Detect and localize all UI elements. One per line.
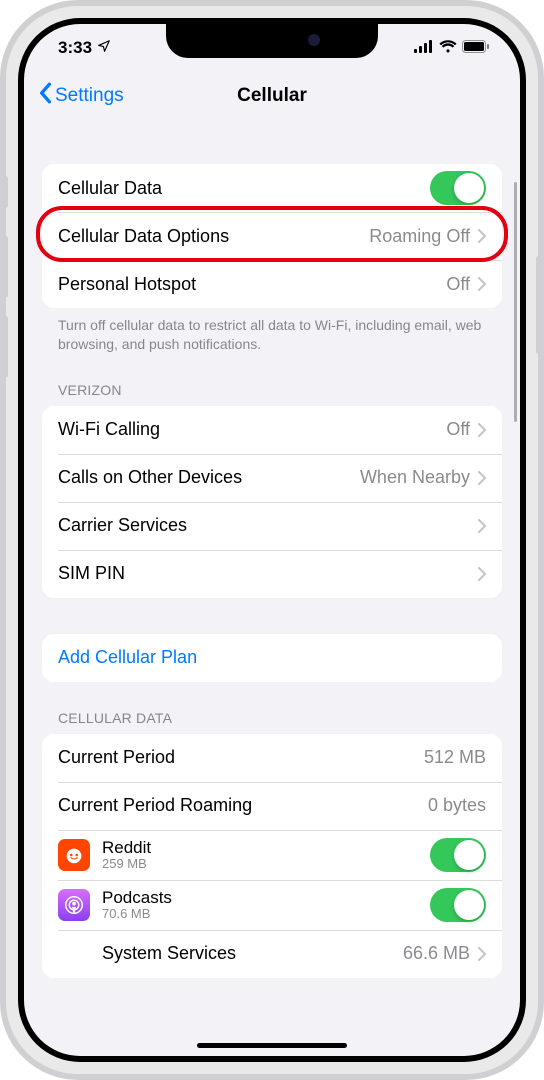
wifi-icon	[439, 38, 457, 58]
chevron-right-icon	[478, 229, 486, 243]
system-services-label: System Services	[102, 943, 403, 964]
row-add-cellular-plan[interactable]: Add Cellular Plan	[42, 634, 502, 682]
status-time: 3:33	[58, 38, 92, 58]
home-indicator[interactable]	[197, 1043, 347, 1048]
group-cellular-data-usage: Current Period 512 MB Current Period Roa…	[42, 734, 502, 978]
row-personal-hotspot[interactable]: Personal Hotspot Off	[42, 260, 502, 308]
location-icon	[97, 38, 111, 58]
add-cellular-plan-label: Add Cellular Plan	[58, 647, 197, 668]
reddit-toggle[interactable]	[430, 838, 486, 872]
current-period-value: 512 MB	[424, 747, 486, 768]
nav-bar: Settings Cellular	[24, 72, 520, 120]
app-size: 70.6 MB	[102, 907, 430, 922]
row-calls-other-devices[interactable]: Calls on Other Devices When Nearby	[42, 454, 502, 502]
cellular-signal-icon	[414, 38, 434, 58]
system-services-value: 66.6 MB	[403, 943, 470, 964]
cellular-data-toggle[interactable]	[430, 171, 486, 205]
cellular-data-options-value: Roaming Off	[369, 226, 470, 247]
verizon-header: VERIZON	[42, 382, 502, 406]
app-name: Podcasts	[102, 888, 430, 908]
phone-frame: 3:33	[0, 0, 544, 1080]
back-label: Settings	[55, 85, 124, 107]
sim-pin-label: SIM PIN	[58, 563, 478, 584]
row-sim-pin[interactable]: SIM PIN	[42, 550, 502, 598]
group-verizon: Wi-Fi Calling Off Calls on Other Devices…	[42, 406, 502, 598]
wifi-calling-value: Off	[446, 419, 470, 440]
wifi-calling-label: Wi-Fi Calling	[58, 419, 446, 440]
silent-switch	[3, 176, 8, 208]
app-name: Reddit	[102, 838, 430, 858]
cellular-data-label: Cellular Data	[58, 178, 430, 199]
carrier-services-label: Carrier Services	[58, 515, 478, 536]
volume-up-button	[3, 236, 8, 298]
podcasts-icon	[58, 889, 90, 921]
group-cellular: Cellular Data Cellular Data Options Roam…	[42, 164, 502, 308]
battery-icon	[462, 38, 490, 58]
group-add-plan: Add Cellular Plan	[42, 634, 502, 682]
reddit-icon	[58, 839, 90, 871]
back-button[interactable]: Settings	[38, 82, 124, 110]
row-carrier-services[interactable]: Carrier Services	[42, 502, 502, 550]
volume-down-button	[3, 316, 8, 378]
row-system-services[interactable]: System Services 66.6 MB	[42, 930, 502, 978]
cellular-data-header: CELLULAR DATA	[42, 710, 502, 734]
roaming-label: Current Period Roaming	[58, 795, 428, 816]
personal-hotspot-value: Off	[446, 274, 470, 295]
content: Cellular Data Cellular Data Options Roam…	[24, 120, 520, 1056]
row-cellular-data-options[interactable]: Cellular Data Options Roaming Off	[42, 212, 502, 260]
chevron-right-icon	[478, 567, 486, 581]
row-app-reddit[interactable]: Reddit 259 MB	[42, 830, 502, 880]
row-cellular-data[interactable]: Cellular Data	[42, 164, 502, 212]
calls-other-label: Calls on Other Devices	[58, 467, 360, 488]
chevron-right-icon	[478, 277, 486, 291]
app-size: 259 MB	[102, 857, 430, 872]
chevron-right-icon	[478, 423, 486, 437]
cellular-data-options-label: Cellular Data Options	[58, 226, 369, 247]
row-current-period-roaming[interactable]: Current Period Roaming 0 bytes	[42, 782, 502, 830]
chevron-left-icon	[38, 82, 52, 110]
personal-hotspot-label: Personal Hotspot	[58, 274, 446, 295]
row-app-podcasts[interactable]: Podcasts 70.6 MB	[42, 880, 502, 930]
power-button	[536, 256, 541, 354]
notch	[166, 24, 378, 58]
calls-other-value: When Nearby	[360, 467, 470, 488]
cellular-footer: Turn off cellular data to restrict all d…	[42, 308, 502, 354]
row-wifi-calling[interactable]: Wi-Fi Calling Off	[42, 406, 502, 454]
current-period-label: Current Period	[58, 747, 424, 768]
chevron-right-icon	[478, 519, 486, 533]
scroll-indicator[interactable]	[514, 182, 517, 422]
chevron-right-icon	[478, 471, 486, 485]
row-current-period[interactable]: Current Period 512 MB	[42, 734, 502, 782]
chevron-right-icon	[478, 947, 486, 961]
roaming-value: 0 bytes	[428, 795, 486, 816]
podcasts-toggle[interactable]	[430, 888, 486, 922]
screen: 3:33	[24, 24, 520, 1056]
